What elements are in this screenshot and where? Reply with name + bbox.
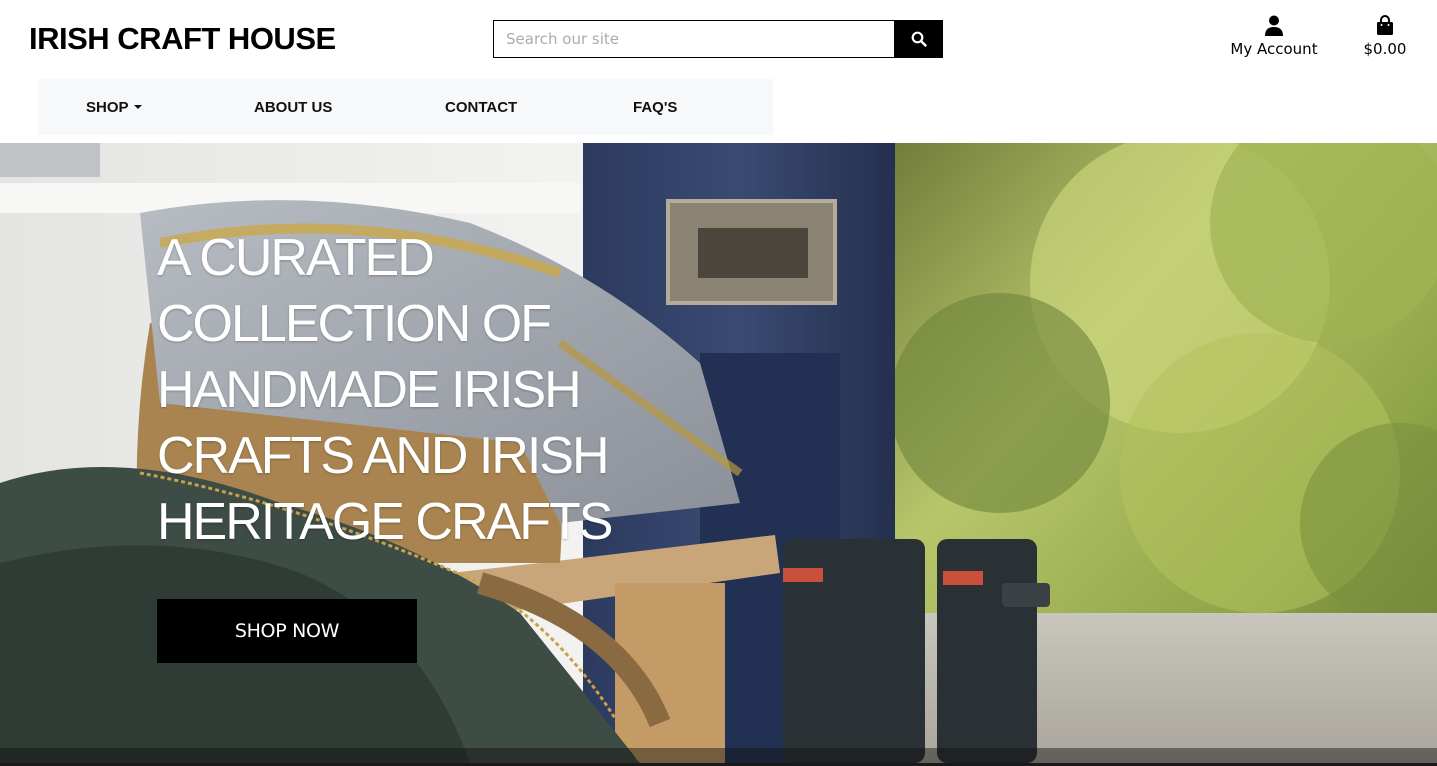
- search-icon: [911, 31, 927, 47]
- site-logo[interactable]: IRISH CRAFT HOUSE: [29, 20, 336, 58]
- search-button[interactable]: [894, 20, 943, 58]
- user-icon: [1265, 15, 1283, 36]
- hero-banner: A CURATED COLLECTION OF HANDMADE IRISH C…: [0, 143, 1437, 763]
- nav-contact[interactable]: CONTACT: [445, 79, 517, 135]
- nav-about-us-label: ABOUT US: [254, 98, 333, 116]
- caret-down-icon: [133, 105, 142, 109]
- shopping-bag-icon: [1377, 15, 1393, 35]
- shopping-bag-link[interactable]: $0.00: [1360, 15, 1410, 59]
- nav-shop[interactable]: SHOP: [86, 79, 142, 135]
- main-nav: SHOP ABOUT US CONTACT FAQ'S: [38, 79, 773, 135]
- search-form: [493, 20, 943, 58]
- my-account-link[interactable]: My Account: [1228, 15, 1320, 59]
- shop-now-button[interactable]: SHOP NOW: [157, 599, 417, 663]
- nav-shop-label: SHOP: [86, 98, 129, 116]
- nav-contact-label: CONTACT: [445, 98, 518, 116]
- hero-heading: A CURATED COLLECTION OF HANDMADE IRISH C…: [157, 229, 613, 551]
- nav-faqs-label: FAQ'S: [633, 98, 678, 116]
- nav-about-us[interactable]: ABOUT US: [254, 79, 332, 135]
- my-account-label: My Account: [1230, 40, 1318, 58]
- search-input[interactable]: [493, 20, 894, 58]
- nav-faqs[interactable]: FAQ'S: [633, 79, 677, 135]
- page: IRISH CRAFT HOUSE My Account $0.00 SHOP: [0, 0, 1437, 766]
- bag-total: $0.00: [1363, 40, 1407, 58]
